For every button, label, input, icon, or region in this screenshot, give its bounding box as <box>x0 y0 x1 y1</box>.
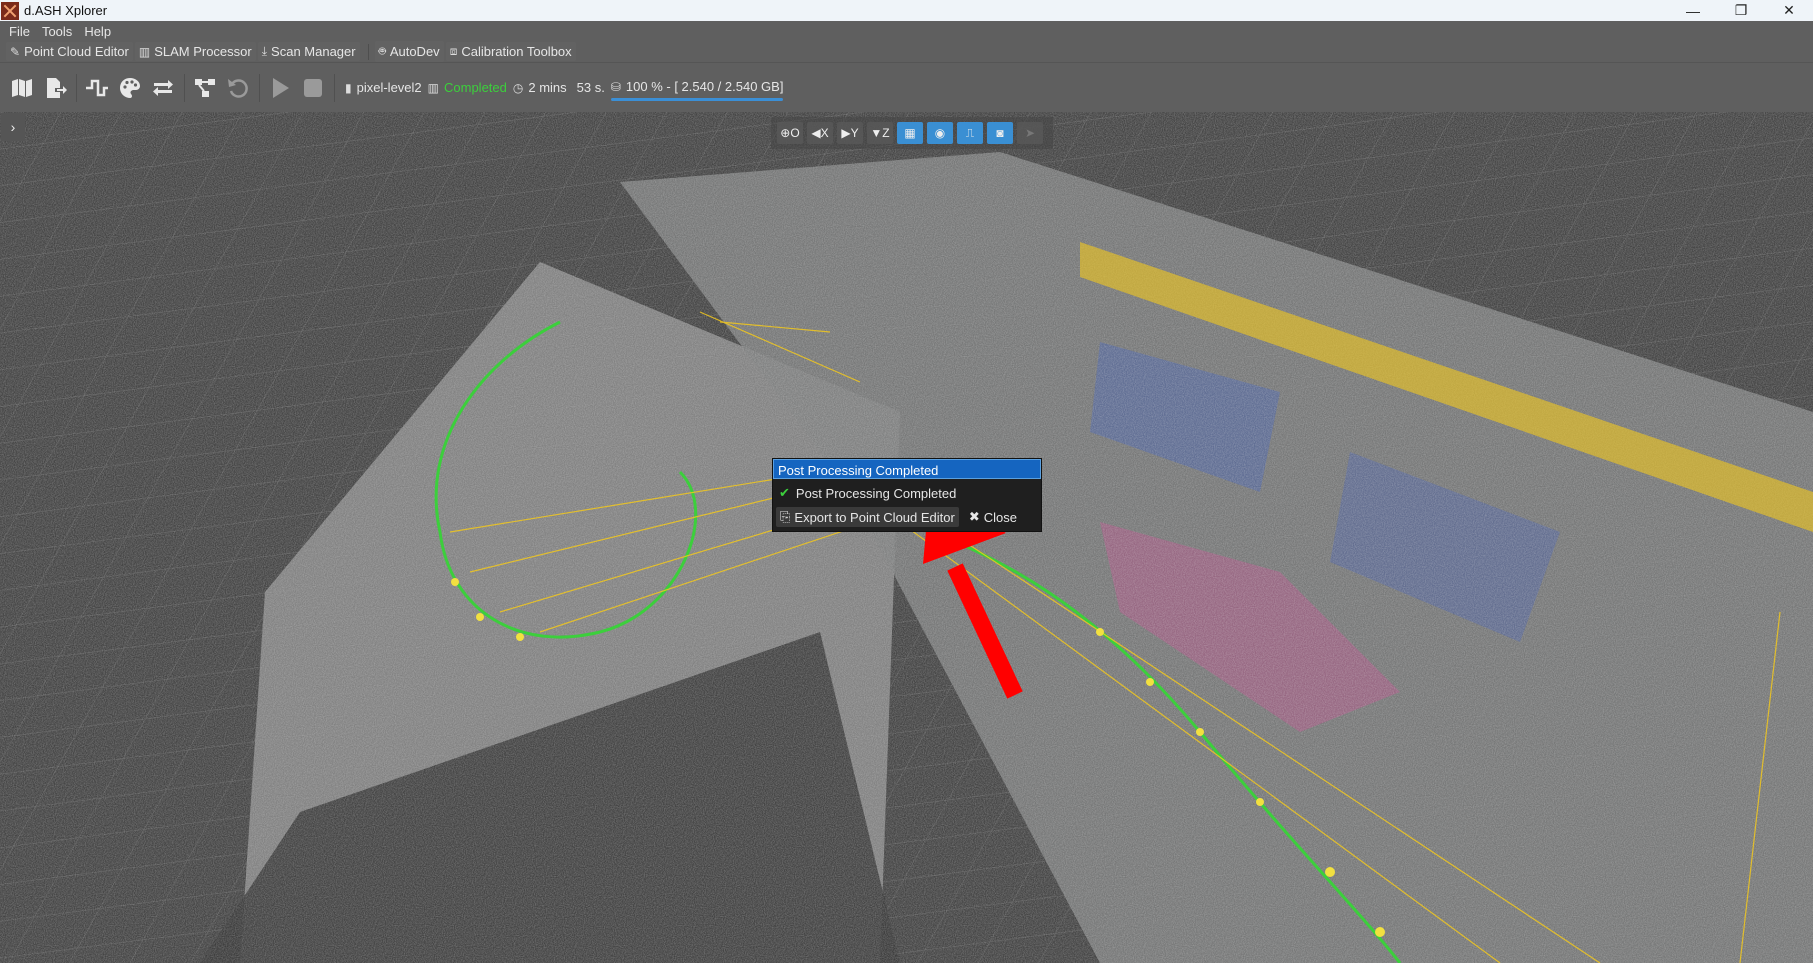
clock-icon: ◷ <box>512 80 524 95</box>
menu-file[interactable]: File <box>9 24 30 39</box>
tab-label: Calibration Toolbox <box>461 44 572 59</box>
file-icon: ▮ <box>345 80 352 95</box>
point-cloud-viewport[interactable]: › ⊕ O ◀ X ▶ Y ▼ Z ▦ ◉ ⎍ ◙ ➤ Post Processing … <box>0 112 1813 963</box>
close-window-button[interactable]: ✕ <box>1765 0 1813 21</box>
grid-pattern-icon: ▦ <box>904 126 916 140</box>
duration-seconds: 53 s. <box>576 80 605 95</box>
toggle-points-button[interactable]: ▦ <box>897 122 923 144</box>
tab-scan-manager[interactable]: ⤓ Scan Manager <box>257 42 360 61</box>
target-circle-icon: ◉ <box>934 126 946 140</box>
download-icon: ⤓ <box>261 44 268 58</box>
menu-tools[interactable]: Tools <box>42 24 72 39</box>
view-y-button[interactable]: ▶ Y <box>837 122 863 144</box>
tab-point-cloud-editor[interactable]: ✎ Point Cloud Editor <box>6 42 133 61</box>
map-icon <box>11 78 32 97</box>
undo-button[interactable] <box>222 73 253 103</box>
dialog-title: Post Processing Completed <box>773 459 1041 479</box>
point-noise-overlay <box>0 112 1813 963</box>
minimize-button[interactable]: — <box>1669 0 1717 21</box>
swap-button[interactable] <box>147 73 178 103</box>
view-z-button[interactable]: ▼ Z <box>867 122 893 144</box>
hard-drive-icon: ⛁ <box>610 79 621 94</box>
divider <box>184 73 185 102</box>
storage-progress-bar <box>610 98 784 101</box>
arrow-left-circle-icon: ◀ <box>811 126 821 140</box>
graph-button[interactable] <box>189 73 220 103</box>
module-bar: ✎ Point Cloud Editor ▥ SLAM Processor ⤓ … <box>0 41 1813 63</box>
tab-slam-processor[interactable]: ▥ SLAM Processor <box>134 42 256 61</box>
title-bar: d.ASH Xplorer — ❐ ✕ <box>0 0 1813 21</box>
window-controls: — ❐ ✕ <box>1669 0 1813 21</box>
divider <box>367 43 369 60</box>
storage-text: 100 % - [ 2.540 / 2.540 GB] <box>625 79 784 94</box>
menu-help[interactable]: Help <box>84 24 111 39</box>
divider <box>76 73 77 102</box>
view-origin-button[interactable]: ⊕ O <box>777 122 803 144</box>
tab-label: Point Cloud Editor <box>24 44 129 59</box>
close-dialog-button[interactable]: ✖ Close <box>965 507 1021 527</box>
storage-indicator: ⛁ 100 % - [ 2.540 / 2.540 GB] <box>610 79 784 101</box>
file-name: pixel-level2 <box>356 80 422 95</box>
menu-bar: File Tools Help <box>0 21 1813 41</box>
divider <box>259 73 260 102</box>
duration-minutes: 2 mins <box>528 80 567 95</box>
map-icon: ▥ <box>427 80 439 95</box>
colorize-button[interactable] <box>114 73 145 103</box>
app-logo-icon <box>1 1 19 20</box>
arrow-down-circle-icon: ▼ <box>870 126 883 140</box>
palette-icon <box>119 77 140 98</box>
view-toolbar: ⊕ O ◀ X ▶ Y ▼ Z ▦ ◉ ⎍ ◙ ➤ <box>771 117 1053 149</box>
arrow-right-circle-icon: ▶ <box>841 126 851 140</box>
tab-calibration-toolbox[interactable]: ⧈ Calibration Toolbox <box>445 42 576 61</box>
tab-label: AutoDev <box>389 44 440 59</box>
point-cloud-scene[interactable] <box>0 112 1813 963</box>
check-icon: ✔ <box>779 485 790 500</box>
processing-status: ▮ pixel-level2 ▥ Completed ◷ 2 mins 53 s… <box>339 79 784 101</box>
tab-label: Scan Manager <box>271 44 356 59</box>
map-icon: ▥ <box>138 44 151 59</box>
export-label: Export to Point Cloud Editor <box>794 509 955 525</box>
play-icon <box>272 77 289 98</box>
undo-icon <box>227 78 248 98</box>
stop-icon <box>303 78 322 97</box>
dialog-message: ✔ Post Processing Completed <box>773 479 1041 504</box>
navigation-icon: ➤ <box>1024 126 1036 140</box>
trajectory-icon: ⎍ <box>965 125 975 140</box>
stop-button[interactable] <box>297 73 328 103</box>
toggle-trajectory-button[interactable]: ⎍ <box>957 122 983 144</box>
edit-icon: ✎ <box>10 44 21 59</box>
navigation-button[interactable]: ➤ <box>1017 122 1043 144</box>
export-to-editor-button[interactable]: ⎘ Export to Point Cloud Editor <box>776 507 959 527</box>
close-icon: ✖ <box>968 509 980 524</box>
post-processing-dialog: Post Processing Completed ✔ Post Process… <box>772 458 1042 532</box>
view-x-button[interactable]: ◀ X <box>807 122 833 144</box>
toggle-camera-button[interactable]: ◙ <box>987 122 1013 144</box>
toolbox-icon: ⧈ <box>449 44 458 58</box>
file-export-icon <box>46 77 67 98</box>
globe-icon: ⊕ <box>780 126 791 140</box>
tab-label: SLAM Processor <box>154 44 252 59</box>
divider <box>334 73 335 102</box>
toggle-target-button[interactable]: ◉ <box>927 122 953 144</box>
status-badge: Completed <box>444 80 507 95</box>
main-toolbar: ▮ pixel-level2 ▥ Completed ◷ 2 mins 53 s… <box>0 63 1813 112</box>
trajectory-button[interactable] <box>81 73 112 103</box>
graph-nodes-icon <box>194 78 215 97</box>
tab-autodev[interactable]: 🤖︎ AutoDev <box>374 41 444 62</box>
arrows-swap-icon <box>152 79 173 96</box>
file-export-icon: ⎘ <box>780 509 791 524</box>
restore-button[interactable]: ❐ <box>1717 0 1765 21</box>
window-title: d.ASH Xplorer <box>24 3 108 18</box>
robot-icon: 🤖︎ <box>378 44 386 58</box>
wave-icon <box>85 79 108 96</box>
dialog-actions: ⎘ Export to Point Cloud Editor ✖ Close <box>773 504 1041 531</box>
export-button[interactable] <box>39 73 70 103</box>
play-button[interactable] <box>264 73 295 103</box>
map-button[interactable] <box>6 73 37 103</box>
camera-icon: ◙ <box>996 126 1004 140</box>
close-label: Close <box>983 509 1017 525</box>
dialog-message-text: Post Processing Completed <box>795 485 957 501</box>
sidebar-toggle-button[interactable]: › <box>1 113 25 141</box>
